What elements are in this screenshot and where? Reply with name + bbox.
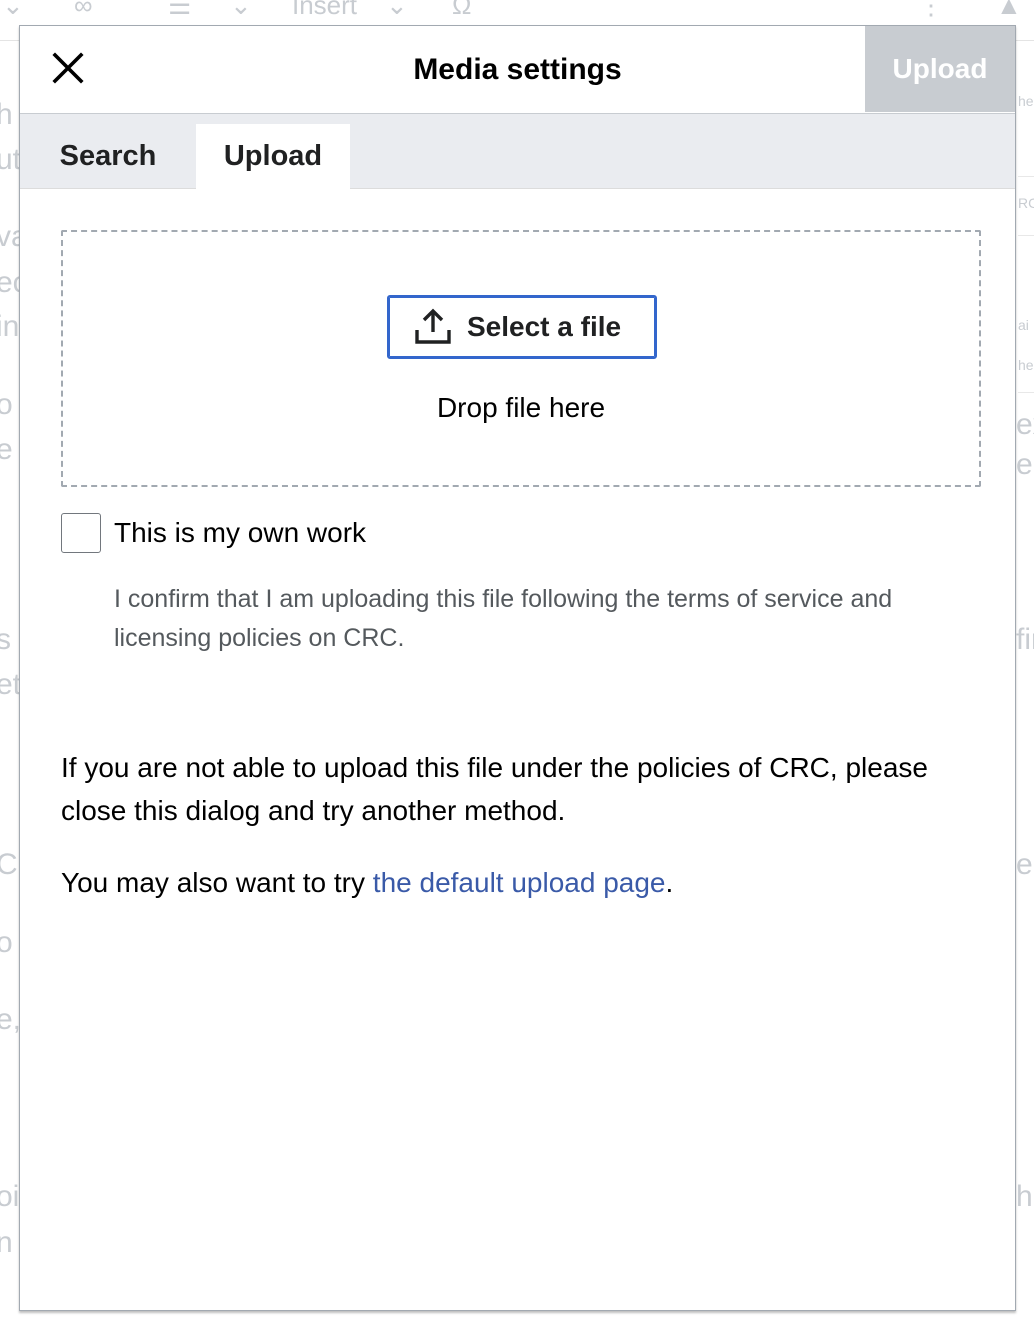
alternative-upload-suffix: . — [665, 867, 674, 898]
alternative-upload-text: You may also want to try the default upl… — [61, 861, 981, 904]
toolbar-chevron-icon: ⌄ — [2, 0, 24, 20]
bg-text-fragment: n — [0, 1226, 13, 1259]
bg-text-fragment: ai — [1018, 317, 1029, 333]
bg-divider — [1018, 176, 1034, 177]
toolbar-chevron-icon: ⌄ — [230, 0, 252, 20]
bg-text-fragment: h — [1016, 1180, 1033, 1213]
bg-text-fragment: e — [0, 433, 13, 466]
policy-text: If you are not able to upload this file … — [61, 752, 928, 826]
bg-text-fragment: h — [0, 98, 13, 131]
bg-text-fragment: fir — [1016, 623, 1034, 656]
bg-divider — [1018, 392, 1034, 393]
bg-text-fragment: RC — [1018, 195, 1034, 211]
bg-text-fragment: o — [0, 388, 13, 421]
bg-text-fragment: oi — [0, 1180, 20, 1213]
select-file-label: Select a file — [467, 311, 622, 342]
file-drop-zone[interactable]: Select a file Drop file here — [61, 230, 981, 487]
bg-text-fragment: C — [0, 848, 18, 881]
bg-text-fragment: ex — [1016, 408, 1034, 441]
toolbar-more-icon: ⋮ — [918, 0, 944, 20]
bg-text-fragment: in — [0, 310, 20, 343]
bg-text-fragment: e — [1016, 448, 1033, 481]
bg-text-fragment: ut — [0, 143, 22, 176]
tab-search[interactable]: Search — [40, 124, 176, 189]
bg-text-fragment: s — [0, 623, 11, 656]
upload-button[interactable]: Upload — [865, 26, 1015, 112]
drop-file-text: Drop file here — [436, 392, 606, 423]
toolbar-special-char-icon: Ω — [452, 0, 472, 20]
toolbar-list-icon: ☰ — [168, 0, 192, 20]
bg-text-fragment: e, — [0, 1003, 22, 1036]
tab-bar: Search Upload — [20, 114, 1015, 189]
bg-text-fragment: e — [1016, 848, 1033, 881]
toolbar-insert-label: Insert — [292, 0, 358, 20]
toolbar-link-icon: ∞ — [74, 0, 93, 20]
bg-text-fragment: he — [1018, 93, 1034, 109]
default-upload-page-link[interactable]: the default upload page — [373, 867, 666, 898]
upload-icon — [413, 307, 453, 347]
media-settings-dialog: Media settings Upload Search Upload Sele… — [19, 25, 1016, 1311]
own-work-help-text: I confirm that I am uploading this file … — [114, 585, 893, 652]
dialog-header: Media settings Upload — [20, 26, 1015, 114]
bg-divider — [1018, 235, 1034, 236]
alternative-upload-prefix: You may also want to try — [61, 867, 373, 898]
bg-text-fragment: he — [1018, 357, 1034, 373]
own-work-checkbox[interactable] — [61, 513, 101, 553]
own-work-label[interactable]: This is my own work — [114, 513, 366, 553]
toolbar-warning-icon: ▲ — [996, 0, 1022, 20]
tab-upload[interactable]: Upload — [196, 124, 350, 189]
select-file-button[interactable]: Select a file — [387, 295, 657, 359]
toolbar-chevron-icon: ⌄ — [386, 0, 408, 20]
